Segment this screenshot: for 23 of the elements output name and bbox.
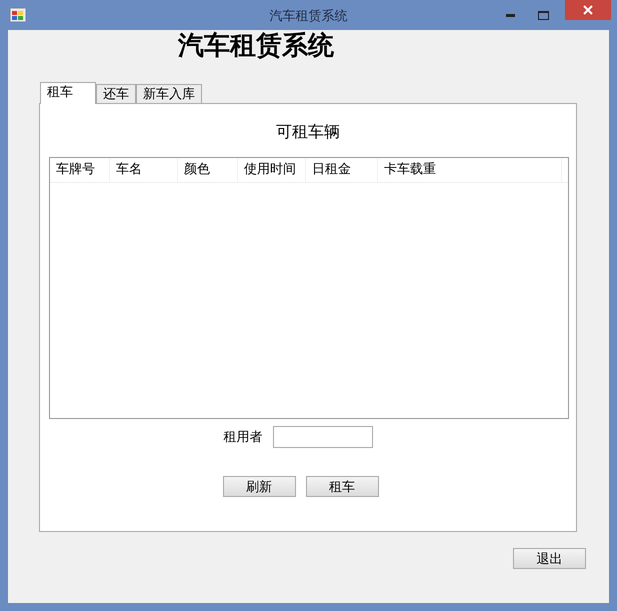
column-header[interactable]: 卡车载重 xyxy=(378,158,562,182)
column-header[interactable]: 使用时间 xyxy=(238,158,306,182)
tab[interactable]: 还车 xyxy=(96,84,136,103)
app-icon xyxy=(10,8,26,22)
close-icon xyxy=(583,5,593,15)
window-title: 汽车租赁系统 xyxy=(268,8,348,25)
column-header[interactable]: 车牌号 xyxy=(50,158,110,182)
column-header[interactable]: 日租金 xyxy=(306,158,378,182)
column-header[interactable]: 颜色 xyxy=(178,158,238,182)
tab[interactable]: 租车 xyxy=(40,82,96,104)
app-heading: 汽车租赁系统 xyxy=(178,30,334,62)
renter-field[interactable] xyxy=(272,426,372,448)
maximize-icon[interactable] xyxy=(538,10,549,20)
action-button[interactable]: 租车 xyxy=(306,476,378,497)
action-button[interactable]: 刷新 xyxy=(222,476,296,497)
close-button[interactable] xyxy=(565,0,611,20)
renter-label: 租用者 xyxy=(224,429,262,446)
tab[interactable]: 新车入库 xyxy=(136,84,202,103)
panel-title: 可租车辆 xyxy=(276,122,340,143)
minimize-icon[interactable] xyxy=(506,13,516,17)
exit-button[interactable]: 退出 xyxy=(513,548,586,569)
vehicle-list[interactable]: 车牌号 车名 颜色 使用时间 日租金 卡车载重 xyxy=(49,157,569,419)
column-header[interactable]: 车名 xyxy=(110,158,178,182)
